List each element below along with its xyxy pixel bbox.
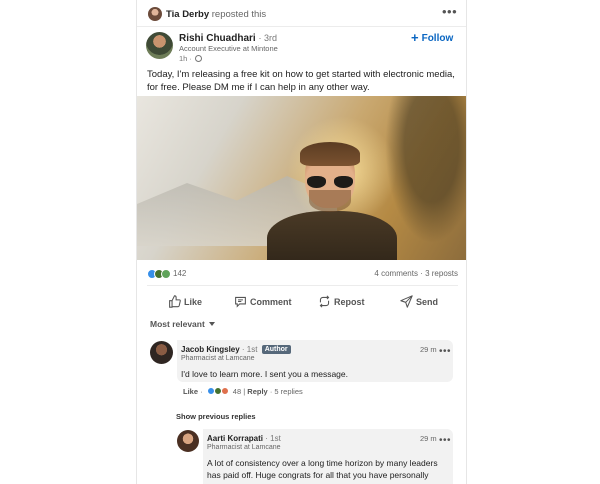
repost-action: reposted this xyxy=(211,9,267,20)
author-name[interactable]: Rishi Chuadhari xyxy=(179,33,256,44)
reposter-avatar[interactable] xyxy=(148,7,162,21)
reply-author-name[interactable]: Aarti Korrapati xyxy=(207,434,263,443)
commenter-name[interactable]: Jacob Kingsley xyxy=(181,345,240,354)
plus-icon: + xyxy=(411,30,419,45)
reply-name-line: Aarti Korrapati · 1st xyxy=(207,434,281,443)
love-reaction-icon xyxy=(220,387,229,395)
comment-sort-dropdown[interactable]: Most relevant xyxy=(150,319,215,329)
commenter-degree: · 1st xyxy=(241,345,258,354)
social-counts: 142 4 comments · 3 reposts xyxy=(137,262,466,284)
post-image[interactable] xyxy=(137,96,466,260)
reposter-name[interactable]: Tia Derby xyxy=(166,9,209,20)
commenter-name-line: Jacob Kingsley · 1st Author xyxy=(181,345,291,354)
reply-text: A lot of consistency over a long time ho… xyxy=(207,458,438,484)
reply-time: 29 m xyxy=(420,434,437,443)
post-time: 1h · xyxy=(179,54,202,63)
divider xyxy=(147,285,458,286)
comment-actions: Like · 48 | Reply · 5 replies xyxy=(183,387,303,396)
post-time-label: 1h · xyxy=(179,54,192,63)
show-previous-replies-button[interactable]: Show previous replies xyxy=(176,412,256,421)
sort-label: Most relevant xyxy=(150,319,205,329)
comment-reaction-icons[interactable] xyxy=(206,387,229,395)
follow-label: Follow xyxy=(421,33,454,44)
reply-author-degree: · 1st xyxy=(265,434,281,443)
comment-text: I'd love to learn more. I sent you a mes… xyxy=(181,369,348,379)
send-label: Send xyxy=(416,297,439,307)
reply-author-title: Pharmacist at Lamcane xyxy=(207,444,281,451)
commenter-avatar[interactable] xyxy=(150,341,173,364)
follow-button[interactable]: + Follow xyxy=(411,30,453,45)
reply-avatar[interactable] xyxy=(177,430,199,452)
author-degree: · 3rd xyxy=(258,33,277,43)
repost-label: Repost xyxy=(334,297,365,307)
comment-reaction-count[interactable]: 48 xyxy=(233,387,241,396)
more-icon[interactable]: ••• xyxy=(439,436,451,446)
reaction-count[interactable]: 142 xyxy=(173,269,186,278)
reaction-icons[interactable] xyxy=(147,269,173,279)
comment-replies-count[interactable]: · 5 replies xyxy=(270,387,303,396)
send-icon xyxy=(400,295,413,308)
author-title: Account Executive at Mintone xyxy=(179,44,278,53)
repost-icon xyxy=(319,295,330,308)
like-label: Like xyxy=(184,297,203,307)
author-badge: Author xyxy=(261,345,291,354)
support-reaction-icon xyxy=(161,269,171,279)
commenter-title: Pharmacist at Lamcane xyxy=(181,355,255,362)
repost-line: Tia Derby reposted this xyxy=(166,9,266,20)
repost-header: Tia Derby reposted this ••• xyxy=(137,0,466,27)
author-name-line: Rishi Chuadhari · 3rd xyxy=(179,33,277,44)
comment-icon xyxy=(235,296,246,308)
caret-down-icon xyxy=(208,322,215,326)
more-icon[interactable]: ••• xyxy=(442,5,457,18)
comment-time: 29 m xyxy=(420,345,437,354)
comments-reposts-count[interactable]: 4 comments · 3 reposts xyxy=(374,269,458,278)
post-text: Today, I'm releasing a free kit on how t… xyxy=(147,69,455,93)
feed-post-card: Tia Derby reposted this ••• Rishi Chuadh… xyxy=(136,0,467,484)
comment-label: Comment xyxy=(250,297,292,307)
like-icon xyxy=(169,295,181,308)
comment-reply-button[interactable]: Reply xyxy=(247,387,267,396)
comment-like-button[interactable]: Like xyxy=(183,387,198,396)
author-avatar[interactable] xyxy=(146,32,173,59)
globe-icon xyxy=(194,55,202,62)
more-icon[interactable]: ••• xyxy=(439,347,451,357)
